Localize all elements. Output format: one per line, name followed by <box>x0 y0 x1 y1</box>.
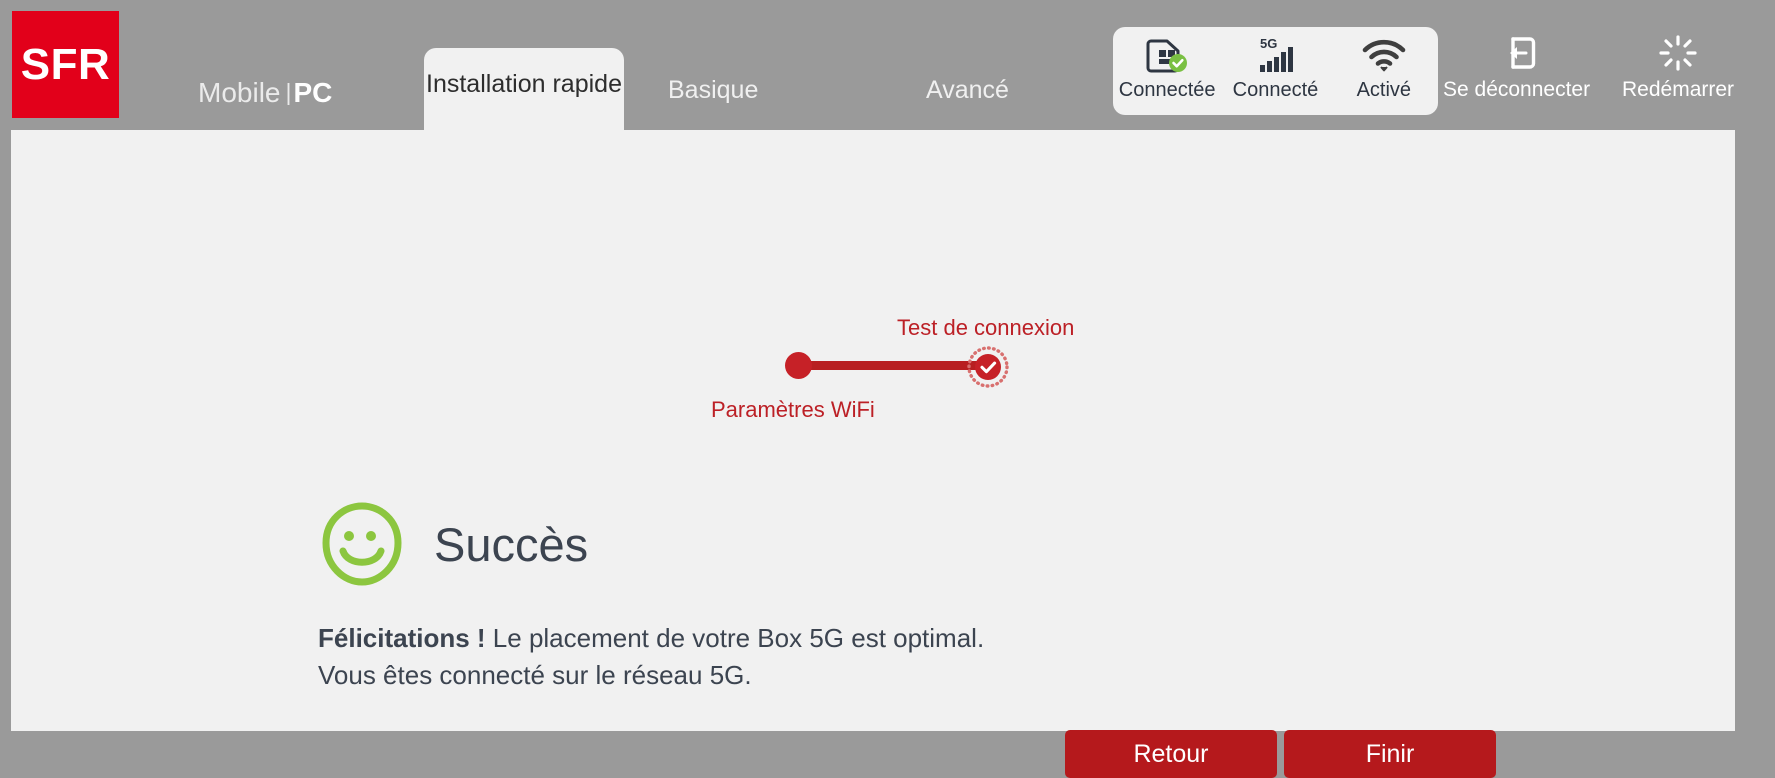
sfr-logo[interactable]: SFR <box>12 11 119 118</box>
success-message-strong: Félicitations ! <box>318 623 486 653</box>
tab-avance[interactable]: Avancé <box>926 76 1009 106</box>
tab-installation-rapide[interactable]: Installation rapide <box>424 48 624 130</box>
stepper-label-test: Test de connexion <box>897 315 1075 340</box>
status-item-wifi[interactable]: Activé <box>1332 35 1436 107</box>
action-button-row: Retour Finir <box>1065 730 1496 778</box>
restart-label: Redémarrer <box>1622 78 1735 101</box>
success-header: Succès <box>318 500 588 588</box>
smiley-face-icon <box>318 500 406 588</box>
logout-button[interactable]: Se déconnecter <box>1443 32 1590 102</box>
sfr-logo-text: SFR <box>20 39 111 89</box>
stepper-node-wifi[interactable] <box>785 352 812 379</box>
nav-mobile-label[interactable]: Mobile <box>198 77 280 108</box>
nav-pc-label[interactable]: PC <box>293 77 332 108</box>
progress-stepper: Paramètres WiFi Test de connexion <box>11 130 1735 422</box>
tab-avance-label: Avancé <box>926 76 1009 104</box>
page-title: Succès <box>434 517 589 571</box>
success-message-line1: Félicitations ! Le placement de votre Bo… <box>318 620 984 657</box>
wifi-icon <box>1361 35 1407 75</box>
success-message-line1-rest: Le placement de votre Box 5G est optimal… <box>485 623 985 653</box>
logout-label: Se déconnecter <box>1443 78 1591 101</box>
status-label-network: Connecté <box>1232 79 1319 101</box>
stepper-label-wifi: Paramètres WiFi <box>711 397 875 422</box>
stepper-connector-line <box>798 361 990 370</box>
restart-icon <box>1658 32 1698 74</box>
brand-nav: Mobile |PC <box>198 77 332 109</box>
status-item-sim[interactable]: Connectée <box>1115 35 1219 107</box>
app-header: SFR Mobile |PC Installation rapide Basiqu… <box>0 0 1775 130</box>
nav-separator: | <box>285 79 292 105</box>
tab-basique-label: Basique <box>668 76 759 104</box>
signal-bars-5g-icon: 5G <box>1253 35 1297 75</box>
success-message-line2: Vous êtes connecté sur le réseau 5G. <box>318 659 752 690</box>
logout-icon <box>1497 32 1537 74</box>
status-indicator-panel: Connectée 5G Connecté Activé <box>1113 27 1438 115</box>
back-button[interactable]: Retour <box>1065 730 1277 778</box>
tab-installation-rapide-label: Installation rapide <box>426 70 622 99</box>
status-label-wifi: Activé <box>1356 79 1412 101</box>
stepper-node-test[interactable] <box>966 345 1010 389</box>
main-content: Paramètres WiFi Test de connexion Succès… <box>11 130 1735 778</box>
finish-button[interactable]: Finir <box>1284 730 1496 778</box>
status-item-network[interactable]: 5G Connecté <box>1223 35 1327 107</box>
sim-card-icon <box>1145 35 1189 75</box>
restart-button[interactable]: Redémarrer <box>1622 32 1734 102</box>
tab-basique[interactable]: Basique <box>668 76 758 106</box>
success-message: Félicitations ! Le placement de votre Bo… <box>318 620 984 694</box>
svg-text:5G: 5G <box>1260 36 1277 51</box>
status-label-sim: Connectée <box>1118 79 1216 101</box>
